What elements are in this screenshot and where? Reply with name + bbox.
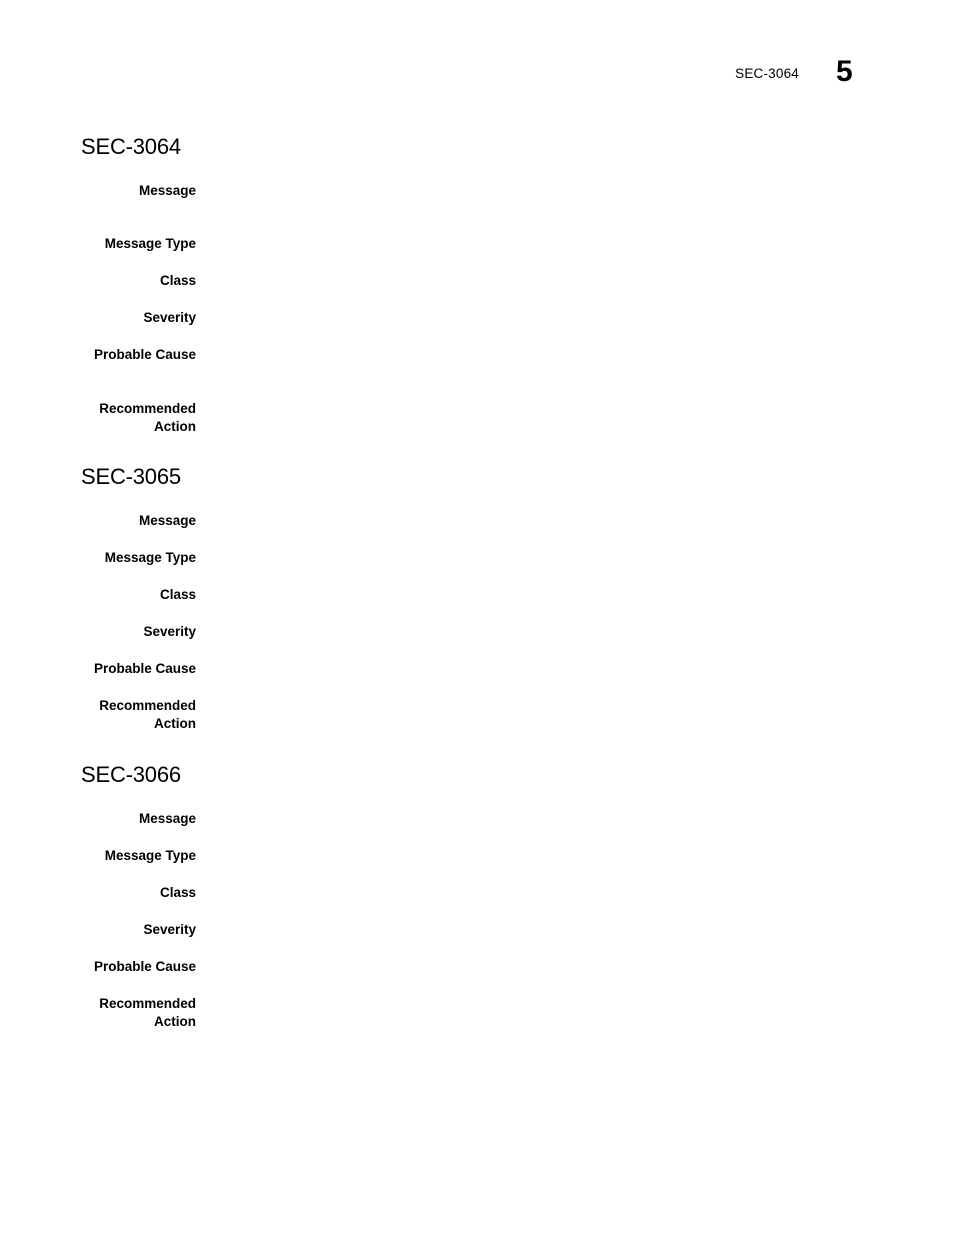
section-heading: SEC-3064 [81, 134, 181, 159]
field-label: Probable Cause [93, 661, 196, 676]
field-row: Class [0, 272, 954, 309]
field-label: Recommended Action [99, 401, 196, 434]
field-label: Class [159, 885, 196, 900]
field-row: Class [0, 884, 954, 921]
field-label: Message Type [104, 550, 196, 565]
field-label: Severity [143, 624, 196, 639]
field-row: Recommended Action [0, 697, 954, 735]
field-label: Probable Cause [93, 347, 196, 362]
field-label: Severity [143, 922, 196, 937]
field-label: Message [138, 183, 196, 198]
field-row: Message Type [0, 235, 954, 272]
running-header: SEC-3064 5 [0, 56, 954, 102]
field-row: Severity [0, 309, 954, 346]
field-label: Message [138, 513, 196, 528]
field-row: Class [0, 586, 954, 623]
field-row: Message [0, 810, 954, 847]
field-label: Recommended Action [99, 698, 196, 731]
document-page: SEC-3064 5 SEC-3064 Message Message Type Cl… [0, 0, 954, 1235]
field-row: Recommended Action [0, 995, 954, 1033]
field-row: Message [0, 182, 954, 235]
field-label: Severity [143, 310, 196, 325]
field-row: Message Type [0, 549, 954, 586]
field-label: Message Type [104, 236, 196, 251]
field-row: Probable Cause [0, 346, 954, 400]
field-label: Recommended Action [99, 996, 196, 1029]
field-row: Message [0, 512, 954, 549]
page-number: 5 [836, 55, 853, 88]
field-row: Severity [0, 623, 954, 660]
field-label: Class [159, 587, 196, 602]
field-label: Probable Cause [93, 959, 196, 974]
running-header-title: SEC-3064 [735, 66, 799, 81]
field-row: Severity [0, 921, 954, 958]
section-heading: SEC-3065 [81, 464, 181, 489]
field-row: Probable Cause [0, 660, 954, 697]
field-label: Message Type [104, 848, 196, 863]
section-heading: SEC-3066 [81, 762, 181, 787]
field-row: Message Type [0, 847, 954, 884]
field-row: Recommended Action [0, 400, 954, 438]
field-label: Message [138, 811, 196, 826]
field-row: Probable Cause [0, 958, 954, 995]
field-label: Class [159, 273, 196, 288]
